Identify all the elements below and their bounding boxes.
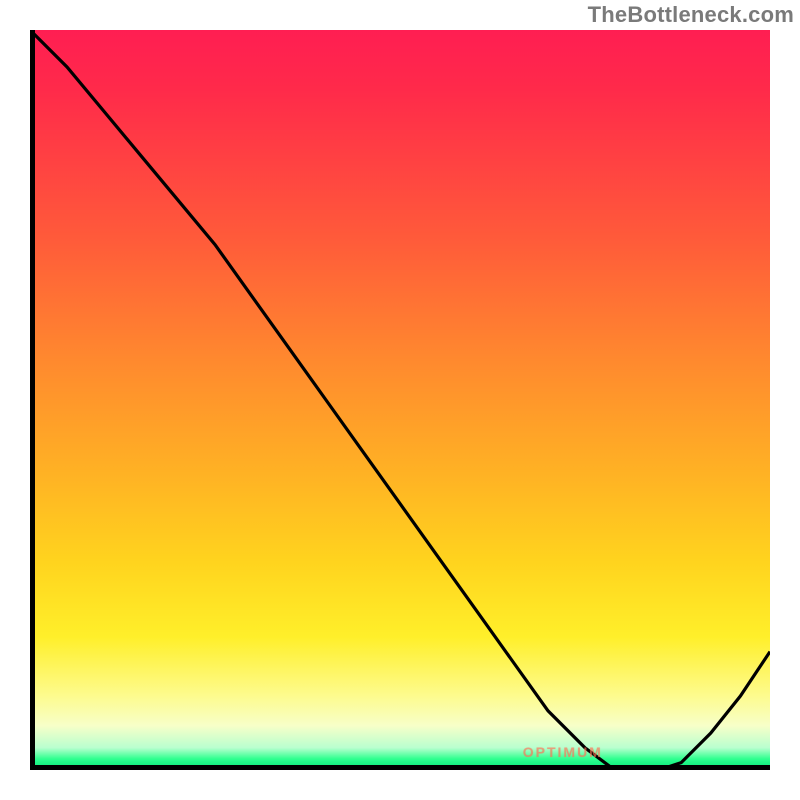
y-axis-line xyxy=(30,30,35,770)
x-axis-line xyxy=(30,765,770,770)
chart-container: TheBottleneck.com OPTIMUM xyxy=(0,0,800,800)
plot-area: OPTIMUM xyxy=(30,30,770,770)
bottleneck-curve xyxy=(30,30,770,770)
attribution-text: TheBottleneck.com xyxy=(588,2,794,28)
optimal-region-label: OPTIMUM xyxy=(523,744,603,760)
